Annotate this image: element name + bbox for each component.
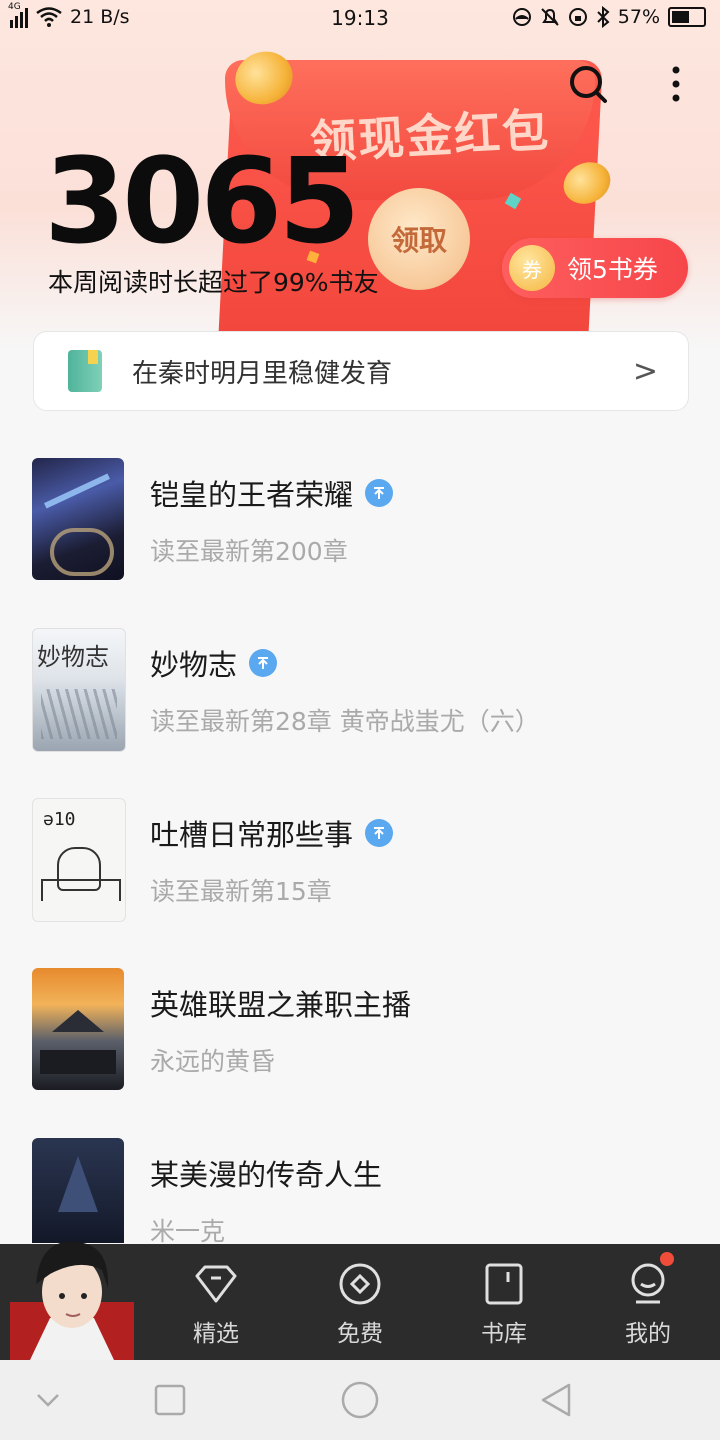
mute-bell-icon xyxy=(541,8,559,26)
chevron-right-icon: > xyxy=(632,353,658,389)
tab-label: 免费 xyxy=(337,1321,383,1347)
tab-library[interactable]: 书库 xyxy=(454,1258,554,1348)
tab-label: 精选 xyxy=(193,1321,239,1347)
update-arrow-icon xyxy=(249,649,278,677)
book-cover: 妙物志 xyxy=(32,628,126,752)
circle-target-icon xyxy=(339,1263,381,1305)
battery-percent: 57% xyxy=(617,6,660,28)
book-title: 英雄联盟之兼职主播 xyxy=(150,988,412,1022)
book-cover xyxy=(32,968,124,1090)
tab-label: 我的 xyxy=(625,1321,671,1347)
book-title: 某美漫的传奇人生 xyxy=(150,1158,383,1192)
list-item[interactable]: 英雄联盟之兼职主播 永远的黄昏 xyxy=(32,950,692,1090)
more-vertical-icon xyxy=(672,66,680,102)
book-progress: 读至最新第200章 xyxy=(150,537,348,566)
rotation-lock-icon xyxy=(568,8,587,26)
book-author: 永远的黄昏 xyxy=(150,1047,276,1076)
book-cover xyxy=(32,458,124,580)
bookshelf-list: 铠皇的王者荣耀 读至最新第200章 妙物志 妙物志 读至最新第28章 黄帝战蚩尤… xyxy=(0,440,720,1243)
system-nav-bar xyxy=(0,1360,720,1440)
reading-rank-text: 本周阅读时长超过了99%书友 xyxy=(48,268,379,297)
nav-recents-button[interactable] xyxy=(148,1378,192,1422)
eye-care-icon xyxy=(512,8,531,26)
search-button[interactable] xyxy=(566,62,610,106)
diamond-icon xyxy=(195,1265,237,1303)
book-title: 铠皇的王者荣耀 xyxy=(150,478,354,512)
back-triangle-icon xyxy=(541,1383,571,1417)
book-title: 妙物志 xyxy=(150,648,238,682)
chevron-down-icon xyxy=(37,1394,59,1407)
notification-dot xyxy=(660,1252,674,1266)
search-icon xyxy=(570,66,607,103)
update-arrow-icon xyxy=(365,479,394,507)
avatar[interactable] xyxy=(10,1222,134,1360)
more-menu-button[interactable] xyxy=(654,62,698,106)
book-cover: ə10 xyxy=(32,798,126,922)
banner-text: 在秦时明月里稳健发育 xyxy=(132,358,393,389)
tab-label: 书库 xyxy=(481,1321,527,1347)
claim-coupon-button[interactable]: 券 领5书券 xyxy=(502,238,688,298)
circle-icon xyxy=(341,1381,379,1419)
update-arrow-icon xyxy=(365,819,394,847)
nav-home-button[interactable] xyxy=(338,1378,382,1422)
user-face-icon xyxy=(631,1263,665,1304)
status-bar: 4G 21 B/s 19:13 57% xyxy=(0,0,720,40)
list-item[interactable]: 妙物志 妙物志 读至最新第28章 黄帝战蚩尤（六） xyxy=(32,610,692,752)
coupon-icon: 券 xyxy=(509,245,555,291)
coupon-label: 领5书券 xyxy=(567,255,658,284)
envelope-claim-button[interactable]: 领取 xyxy=(368,188,470,290)
tab-free[interactable]: 免费 xyxy=(310,1258,410,1348)
weekly-reading-time: 3065 xyxy=(44,132,360,270)
tab-mine[interactable]: 我的 xyxy=(598,1252,698,1348)
bluetooth-icon xyxy=(597,6,610,28)
book-author: 米一克 xyxy=(150,1217,226,1243)
nav-back-button[interactable] xyxy=(534,1378,578,1422)
book-icon xyxy=(68,350,102,392)
list-item[interactable]: ə10 吐槽日常那些事 读至最新第15章 xyxy=(32,780,692,922)
list-item[interactable]: 铠皇的王者荣耀 读至最新第200章 xyxy=(32,440,692,580)
recommend-banner[interactable]: 在秦时明月里稳健发育 > xyxy=(33,331,689,411)
bookshelf-icon xyxy=(485,1263,523,1305)
square-icon xyxy=(154,1384,186,1416)
tab-featured[interactable]: 精选 xyxy=(166,1258,266,1348)
nav-collapse-button[interactable] xyxy=(26,1378,70,1422)
book-progress: 读至最新第28章 黄帝战蚩尤（六） xyxy=(150,707,540,736)
book-progress: 读至最新第15章 xyxy=(150,877,332,906)
battery-icon xyxy=(668,7,706,27)
book-title: 吐槽日常那些事 xyxy=(150,818,354,852)
